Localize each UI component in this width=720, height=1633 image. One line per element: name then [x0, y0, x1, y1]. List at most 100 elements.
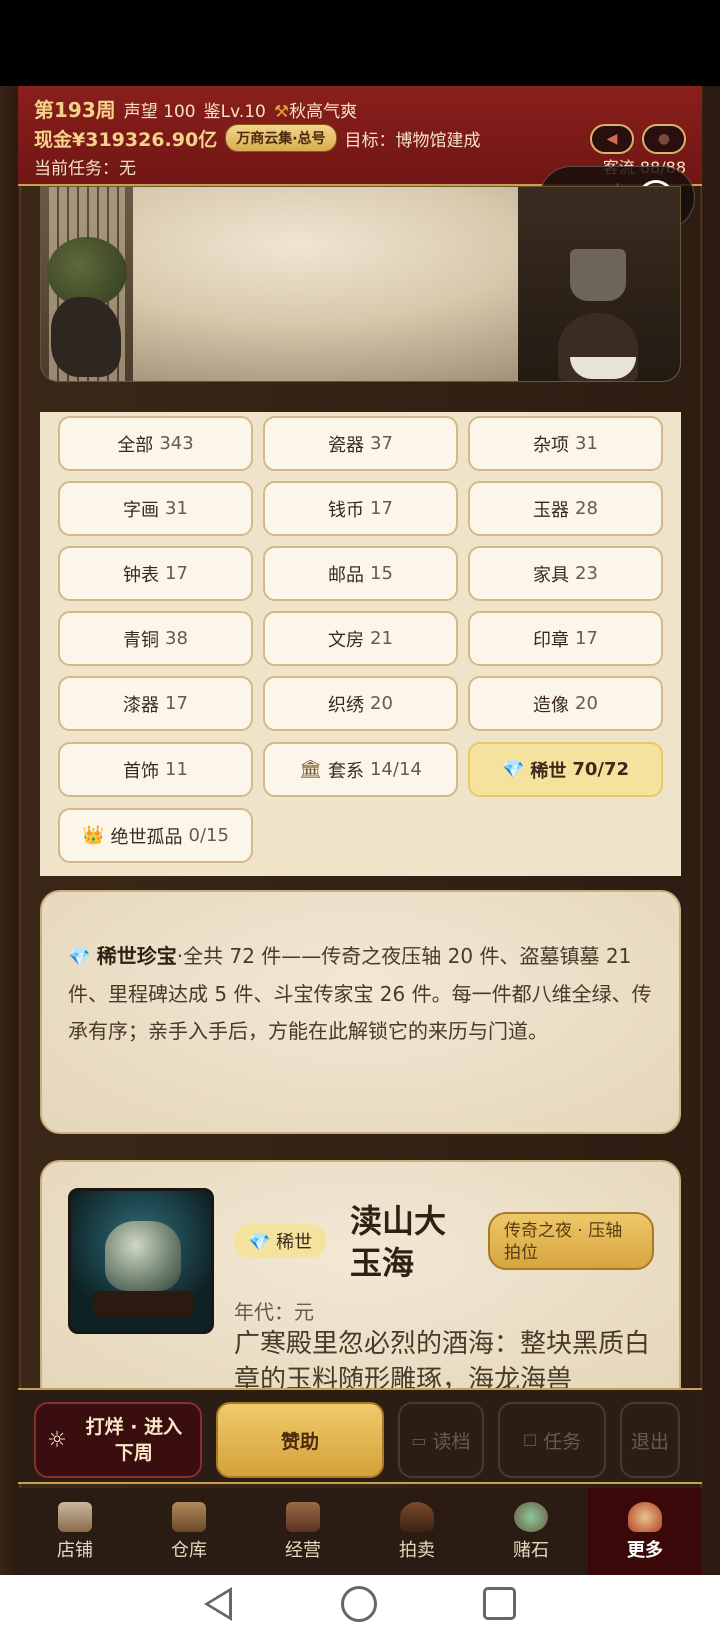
category-porcelain[interactable]: 瓷器 37: [263, 416, 458, 471]
item-era: 年代：元: [234, 1300, 314, 1324]
ledger-icon: [286, 1501, 320, 1532]
category-sets[interactable]: 🏛 套系 14/14: [263, 742, 458, 797]
nav-label: 仓库: [171, 1539, 207, 1561]
category-label: 漆器: [123, 694, 160, 716]
category-label: 稀世: [530, 760, 567, 782]
category-label: 玉器: [533, 499, 570, 521]
category-label: 绝世孤品: [110, 826, 183, 848]
tasks-label: 任务: [543, 1430, 582, 1453]
nav-shop[interactable]: 店铺: [18, 1488, 132, 1575]
jade-vessel-image: [105, 1221, 181, 1291]
category-misc[interactable]: 杂项 31: [468, 416, 663, 471]
shop-icon: [58, 1501, 92, 1532]
nav-warehouse[interactable]: 仓库: [132, 1488, 246, 1575]
category-label: 青铜: [123, 629, 160, 651]
wooden-stand: [93, 1291, 193, 1317]
bronze-ding: [570, 249, 626, 301]
nav-label: 经营: [285, 1539, 321, 1561]
category-count: 31: [575, 433, 598, 454]
category-label: 钟表: [123, 564, 160, 586]
nav-label: 拍卖: [399, 1539, 435, 1561]
category-all[interactable]: 全部 343: [58, 416, 253, 471]
reputation: 声望 100: [123, 102, 196, 122]
category-count: 70/72: [572, 759, 630, 780]
appraisal-level: 鉴Lv.10: [203, 102, 266, 122]
tasks-button[interactable]: ☐ 任务: [498, 1402, 606, 1478]
exit-button[interactable]: 退出: [620, 1402, 680, 1478]
category-jewelry[interactable]: 首饰 11: [58, 742, 253, 797]
category-label: 瓷器: [328, 434, 365, 456]
gallery-scene-illustration: [40, 186, 681, 382]
category-count: 38: [165, 628, 188, 649]
diamond-icon: 💎: [248, 1232, 271, 1253]
warehouse-icon: [172, 1501, 206, 1532]
category-clocks[interactable]: 钟表 17: [58, 546, 253, 601]
category-rare[interactable]: 💎 稀世 70/72: [468, 742, 663, 797]
category-label: 字画: [123, 499, 160, 521]
item-card[interactable]: 💎 稀世 渎山大玉海 传奇之夜 · 压轴拍位 年代：元 广寒殿里忽必烈的酒海：整…: [40, 1160, 681, 1400]
description-title: 稀世珍宝: [96, 944, 177, 968]
category-count: 17: [370, 498, 393, 519]
category-label: 全部: [117, 434, 154, 456]
category-lacquer[interactable]: 漆器 17: [58, 676, 253, 731]
nav-label: 赌石: [513, 1539, 549, 1561]
category-count: 20: [575, 693, 598, 714]
category-furniture[interactable]: 家具 23: [468, 546, 663, 601]
account-pill[interactable]: 万商云集·总号: [225, 124, 337, 152]
category-count: 37: [370, 433, 393, 454]
header-row-stats: 第193周 声望 100 鉴Lv.10 ⚒ 秋高气爽: [34, 94, 357, 123]
nav-more[interactable]: 更多: [588, 1488, 702, 1575]
category-count: 31: [165, 498, 188, 519]
bottom-nav: 店铺 仓库 经营 拍卖 赌石 更多: [18, 1488, 702, 1575]
category-statues[interactable]: 造像 20: [468, 676, 663, 731]
category-label: 邮品: [328, 564, 365, 586]
nav-business[interactable]: 经营: [246, 1488, 360, 1575]
category-count: 11: [165, 759, 188, 780]
category-painting[interactable]: 字画 31: [58, 481, 253, 536]
nav-gamble-stone[interactable]: 赌石: [474, 1488, 588, 1575]
sponsor-button[interactable]: 赞助: [216, 1402, 384, 1478]
load-save-button[interactable]: ▭ 读档: [398, 1402, 484, 1478]
recent-apps-icon[interactable]: [483, 1587, 516, 1620]
diamond-icon: 💎: [68, 947, 91, 968]
week-counter: 第193周: [34, 98, 116, 122]
category-embroidery[interactable]: 织绣 20: [263, 676, 458, 731]
sponsor-label: 赞助: [280, 1430, 319, 1453]
more-icon: [628, 1501, 662, 1532]
category-label: 首饰: [123, 760, 160, 782]
category-seals[interactable]: 印章 17: [468, 611, 663, 666]
weather-icon: ⚒: [273, 102, 290, 122]
menu-button[interactable]: ●: [642, 124, 686, 154]
next-week-button[interactable]: ☼ 打烊 · 进入下周: [34, 1402, 202, 1478]
nav-auction[interactable]: 拍卖: [360, 1488, 474, 1575]
category-count: 0/15: [188, 825, 229, 846]
goal: 目标：博物馆建成: [344, 130, 481, 151]
category-count: 17: [165, 693, 188, 714]
header-row-cash: 现金¥319326.90亿 万商云集·总号 目标：博物馆建成: [34, 124, 481, 152]
category-label: 家具: [533, 564, 570, 586]
category-jade[interactable]: 玉器 28: [468, 481, 663, 536]
category-coins[interactable]: 钱币 17: [263, 481, 458, 536]
category-bronze[interactable]: 青铜 38: [58, 611, 253, 666]
category-count: 17: [575, 628, 598, 649]
crown-icon: 👑: [82, 825, 105, 846]
sun-icon: ☼: [47, 1427, 67, 1453]
category-label: 杂项: [533, 434, 570, 456]
item-name: 渎山大玉海: [350, 1202, 447, 1282]
back-icon[interactable]: [204, 1587, 232, 1621]
category-unique[interactable]: 👑 绝世孤品 0/15: [58, 808, 253, 863]
speaker-muted-icon: ◀: [606, 131, 618, 147]
category-panel: 全部 343 瓷器 37 杂项 31 字画 31 钱币 17 玉器 28 钟表 17 邮品 15…: [40, 412, 681, 876]
checkbox-icon: ☐: [522, 1430, 538, 1450]
category-count: 21: [370, 628, 393, 649]
category-count: 17: [165, 563, 188, 584]
category-stamps[interactable]: 邮品 15: [263, 546, 458, 601]
home-icon[interactable]: [341, 1586, 377, 1622]
options-icon: ●: [657, 131, 671, 147]
category-count: 15: [370, 563, 393, 584]
category-label: 套系: [327, 760, 364, 782]
museum-icon: 🏛: [299, 759, 322, 780]
sound-toggle-button[interactable]: ◀: [590, 124, 634, 154]
nav-label: 更多: [627, 1539, 663, 1561]
category-stationery[interactable]: 文房 21: [263, 611, 458, 666]
